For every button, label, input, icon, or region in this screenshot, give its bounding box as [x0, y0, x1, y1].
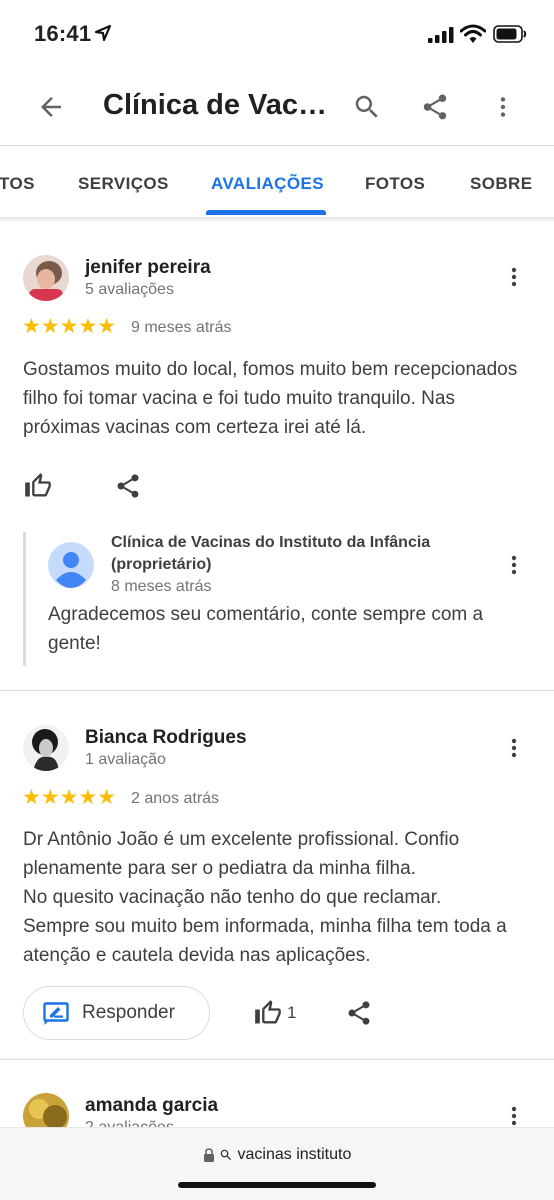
divider [0, 1059, 554, 1060]
tab-shadow [0, 219, 554, 223]
tab-reviews[interactable]: AVALIAÇÕES [211, 174, 324, 194]
reviewer-name[interactable]: Bianca Rodrigues [85, 727, 247, 749]
url-text: vacinas instituto [237, 1146, 352, 1163]
owner-reply-text: Agradecemos seu comentário, conte sempre… [48, 604, 484, 654]
star-rating: ★★★★★ [22, 315, 117, 338]
thumb-up-icon[interactable] [254, 999, 282, 1027]
reviewer-review-count: 5 avaliações [85, 281, 174, 298]
rate-review-icon [43, 1002, 69, 1025]
thumb-up-icon[interactable] [24, 472, 52, 500]
status-time: 16:41 [34, 21, 92, 46]
avatar[interactable] [23, 255, 69, 301]
active-tab-indicator [206, 210, 326, 215]
reply-button[interactable]: Responder [23, 986, 210, 1040]
more-vert-icon[interactable] [502, 263, 526, 291]
reply-button-label: Responder [82, 1002, 175, 1023]
avatar[interactable] [23, 725, 69, 771]
status-bar: 16:41 [0, 0, 554, 70]
lock-icon [203, 1148, 214, 1162]
star-rating: ★★★★★ [22, 786, 117, 809]
more-vert-icon[interactable] [490, 92, 516, 122]
address-bar[interactable]: vacinas instituto [0, 1146, 554, 1164]
search-icon [220, 1149, 232, 1160]
cellular-signal-icon [428, 27, 454, 43]
search-icon[interactable] [352, 92, 382, 122]
share-icon[interactable] [345, 999, 373, 1027]
app-bar: Clínica de Vacinas do Instituto da Infân… [0, 70, 554, 146]
more-vert-icon[interactable] [502, 1102, 526, 1130]
share-icon[interactable] [114, 472, 142, 500]
tab-about[interactable]: SOBRE [470, 174, 532, 194]
home-indicator [178, 1182, 376, 1188]
page: 16:41 Clínica de Vacinas do Instituto da… [0, 0, 554, 1200]
tab-photos[interactable]: FOTOS [365, 174, 425, 194]
reviewer-name[interactable]: amanda garcia [85, 1095, 218, 1117]
review-text: Dr Antônio João é um excelente profissio… [23, 829, 507, 966]
review-date: 9 meses atrás [131, 319, 232, 336]
page-title: Clínica de Vacinas do Instituto da Infân… [103, 89, 328, 121]
tab-photos-partial[interactable]: TOS [0, 174, 35, 194]
review-date: 2 anos atrás [131, 790, 220, 807]
more-vert-icon[interactable] [502, 734, 526, 762]
like-count: 1 [287, 1003, 297, 1022]
owner-avatar [48, 542, 94, 588]
share-icon[interactable] [420, 92, 450, 122]
tab-services[interactable]: SERVIÇOS [78, 174, 169, 194]
review-text: Gostamos muito do local, fomos muito bem… [23, 359, 518, 438]
owner-reply-bar [23, 532, 26, 666]
wifi-icon [460, 24, 486, 43]
battery-icon [493, 25, 527, 43]
location-arrow-icon [94, 24, 112, 42]
browser-bottom-bar: vacinas instituto [0, 1127, 554, 1200]
more-vert-icon[interactable] [502, 551, 526, 579]
reviewer-name[interactable]: jenifer pereira [85, 257, 211, 279]
tab-bar: TOS SERVIÇOS AVALIAÇÕES FOTOS SOBRE [0, 147, 554, 219]
owner-name: Clínica de Vacinas do Instituto da Infân… [111, 534, 431, 573]
owner-reply-date: 8 meses atrás [111, 578, 212, 595]
reviewer-review-count: 1 avaliação [85, 751, 166, 768]
back-arrow-icon[interactable] [36, 92, 66, 122]
divider [0, 690, 554, 691]
